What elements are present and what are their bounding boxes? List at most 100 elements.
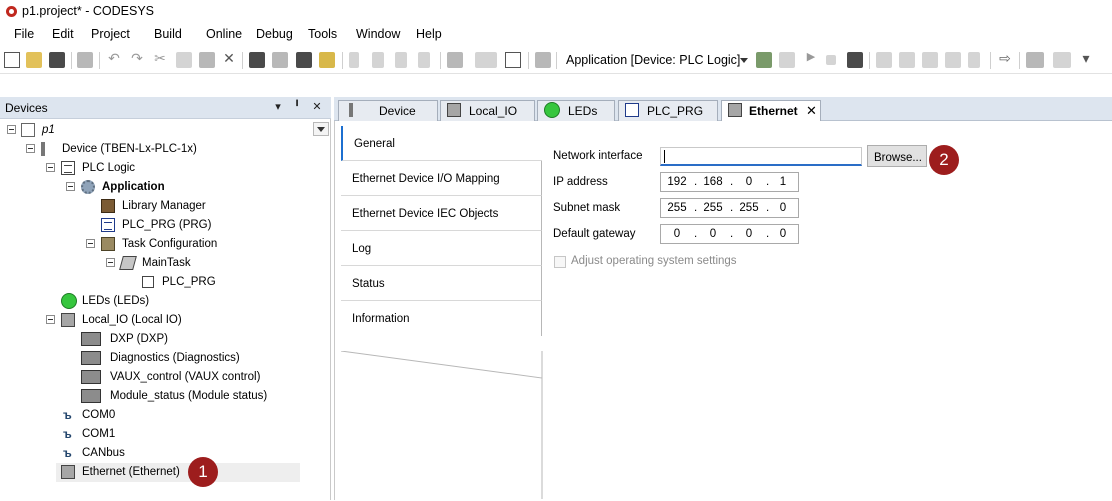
add-object-icon[interactable] <box>475 52 497 68</box>
menu-window[interactable]: Window <box>356 27 400 41</box>
network-interface-input[interactable] <box>660 147 862 166</box>
step-out-icon[interactable] <box>922 52 938 68</box>
collapse-icon[interactable] <box>26 144 35 153</box>
open-project-icon[interactable] <box>26 52 42 68</box>
redo-icon[interactable]: ↷ <box>129 50 145 67</box>
tree-item-module-status[interactable]: Module_status (Module status) <box>0 387 300 406</box>
tree-item-com1[interactable]: ъ COM1 <box>0 425 300 444</box>
ip-address-field[interactable]: 192 . 168 . 0 . 1 <box>660 172 799 192</box>
menu-project[interactable]: Project <box>91 27 130 41</box>
find-next-icon[interactable] <box>272 52 288 68</box>
reset-icon[interactable] <box>847 52 863 68</box>
tree-item-diagnostics[interactable]: Diagnostics (Diagnostics) <box>0 349 300 368</box>
menu-build[interactable]: Build <box>154 27 182 41</box>
step-over-icon[interactable] <box>876 52 892 68</box>
side-tab-io-mapping[interactable]: Ethernet Device I/O Mapping <box>341 161 542 196</box>
step-into-icon[interactable] <box>899 52 915 68</box>
pin-icon[interactable]: ╹ <box>290 100 304 114</box>
delete-icon[interactable]: ✕ <box>221 50 237 67</box>
print-icon[interactable] <box>77 52 93 68</box>
bookmark-prev-icon[interactable] <box>395 52 407 68</box>
toolbar-overflow-icon[interactable]: ▾ <box>1078 50 1094 67</box>
tab-device[interactable]: Device <box>338 100 438 121</box>
find-icon[interactable] <box>249 52 265 68</box>
adjust-os-settings-checkbox[interactable] <box>554 256 566 268</box>
new-project-icon[interactable] <box>4 52 20 68</box>
project-view-icon[interactable] <box>447 52 463 68</box>
collapse-icon[interactable] <box>66 182 75 191</box>
chevron-down-icon[interactable] <box>740 58 748 63</box>
collapse-icon[interactable] <box>46 163 55 172</box>
tab-ethernet[interactable]: Ethernet ✕ <box>721 100 821 122</box>
tree-item-leds[interactable]: LEDs (LEDs) <box>0 292 300 311</box>
show-current-statement-icon[interactable]: ⇨ <box>997 50 1013 67</box>
side-tab-status[interactable]: Status <box>341 266 542 301</box>
browse-button[interactable]: Browse... <box>867 145 927 167</box>
close-icon[interactable]: ✕ <box>806 103 817 119</box>
run-to-cursor-icon[interactable] <box>945 52 961 68</box>
menu-file[interactable]: File <box>14 27 34 41</box>
undo-icon[interactable]: ↶ <box>106 50 122 67</box>
tree-item-project[interactable]: p1 <box>0 121 300 140</box>
menu-edit[interactable]: Edit <box>52 27 74 41</box>
library-icon <box>101 199 115 213</box>
devices-panel-dropdown[interactable] <box>313 122 329 136</box>
cut-icon[interactable]: ✂ <box>152 50 168 67</box>
tab-local-io[interactable]: Local_IO <box>440 100 535 121</box>
menu-debug[interactable]: Debug <box>256 27 293 41</box>
bookmark-icon[interactable] <box>349 52 359 68</box>
replace-icon[interactable] <box>296 52 312 68</box>
tree-item-plc-prg[interactable]: PLC_PRG (PRG) <box>0 216 300 235</box>
side-tab-general[interactable]: General <box>341 126 542 161</box>
force-values-icon[interactable] <box>1053 52 1071 68</box>
logout-icon[interactable] <box>779 52 795 68</box>
write-values-icon[interactable] <box>1026 52 1044 68</box>
side-tab-iec-objects[interactable]: Ethernet Device IEC Objects <box>341 196 542 231</box>
find-in-project-icon[interactable] <box>319 52 335 68</box>
tree-item-device[interactable]: Device (TBEN-Lx-PLC-1x) <box>0 140 300 159</box>
login-icon[interactable] <box>756 52 772 68</box>
tree-item-dxp[interactable]: DXP (DXP) <box>0 330 300 349</box>
tree-item-vaux-control[interactable]: VAUX_control (VAUX control) <box>0 368 300 387</box>
panel-menu-icon[interactable]: ▾ <box>271 100 285 114</box>
properties-icon[interactable] <box>505 52 521 68</box>
tree-item-plc-prg-call[interactable]: PLC_PRG <box>0 273 300 292</box>
tree-item-ethernet[interactable]: Ethernet (Ethernet) <box>56 463 300 482</box>
tab-leds[interactable]: LEDs <box>537 100 615 121</box>
stop-icon[interactable] <box>826 55 836 65</box>
tab-plc-prg[interactable]: PLC_PRG <box>618 100 718 121</box>
tree-item-task-configuration[interactable]: Task Configuration <box>0 235 300 254</box>
set-next-statement-icon[interactable] <box>968 52 980 68</box>
bookmark-clear-icon[interactable] <box>418 52 430 68</box>
side-tab-log[interactable]: Log <box>341 231 542 266</box>
side-tab-label: Ethernet Device IEC Objects <box>352 208 499 220</box>
tree-item-library-manager[interactable]: Library Manager <box>0 197 300 216</box>
close-icon[interactable]: ✕ <box>310 100 324 114</box>
tree-item-plc-logic[interactable]: PLC Logic <box>0 159 300 178</box>
menu-help[interactable]: Help <box>416 27 442 41</box>
active-application-value: Application [Device: PLC Logic] <box>566 53 741 67</box>
save-icon[interactable] <box>49 52 65 68</box>
menu-tools[interactable]: Tools <box>308 27 337 41</box>
collapse-icon[interactable] <box>106 258 115 267</box>
configure-icon[interactable] <box>535 52 551 68</box>
subnet-mask-field[interactable]: 255 . 255 . 255 . 0 <box>660 198 799 218</box>
side-tab-information[interactable]: Information <box>341 301 542 336</box>
menu-online[interactable]: Online <box>206 27 242 41</box>
tree-item-maintask[interactable]: MainTask <box>0 254 300 273</box>
tree-item-canbus[interactable]: ъ CANbus <box>0 444 300 463</box>
tree-item-local-io[interactable]: Local_IO (Local IO) <box>0 311 300 330</box>
paste-icon[interactable] <box>199 52 215 68</box>
collapse-icon[interactable] <box>7 125 16 134</box>
bookmark-next-icon[interactable] <box>372 52 384 68</box>
start-icon[interactable]: ▶ <box>803 50 819 63</box>
io-module-icon <box>61 313 75 327</box>
collapse-icon[interactable] <box>46 315 55 324</box>
default-gateway-field[interactable]: 0 . 0 . 0 . 0 <box>660 224 799 244</box>
active-application-combo[interactable]: Application [Device: PLC Logic] <box>560 50 752 70</box>
ip-separator: . <box>694 228 698 240</box>
collapse-icon[interactable] <box>86 239 95 248</box>
copy-icon[interactable] <box>176 52 192 68</box>
tree-item-application[interactable]: Application <box>0 178 300 197</box>
tree-item-com0[interactable]: ъ COM0 <box>0 406 300 425</box>
